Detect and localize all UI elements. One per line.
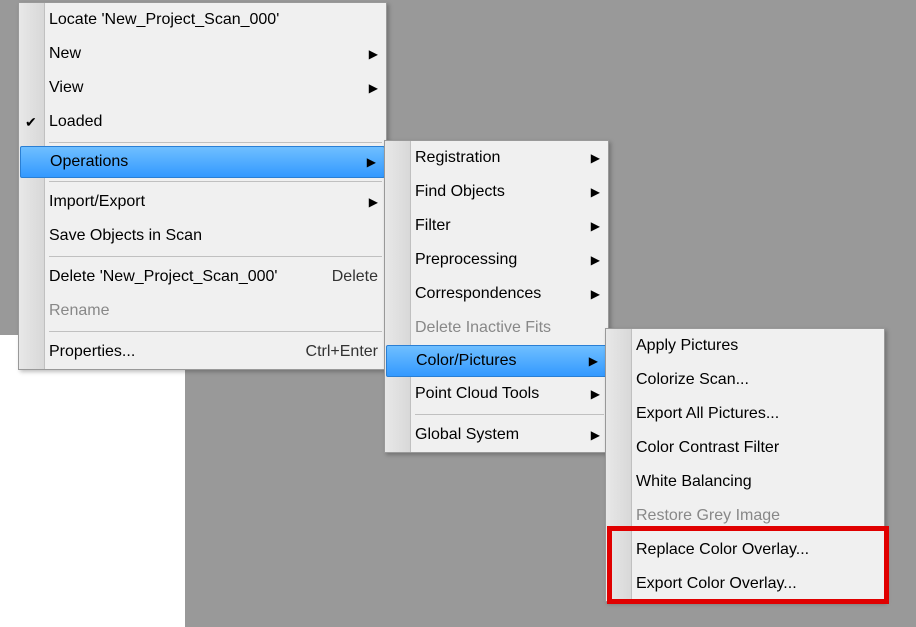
- menu-item-rename: Rename: [19, 294, 386, 328]
- menu-item-label: Registration: [415, 149, 571, 167]
- submenu-arrow-icon: ▶: [349, 195, 378, 209]
- menu-item-label: New: [49, 45, 349, 63]
- menu-item-shortcut: Ctrl+Enter: [306, 343, 378, 361]
- submenu-arrow-icon: ▶: [347, 155, 376, 169]
- menu-item-label: Color/Pictures: [416, 352, 569, 370]
- submenu-arrow-icon: ▶: [349, 81, 378, 95]
- menu-item-label: Save Objects in Scan: [49, 227, 378, 245]
- submenu-arrow-icon: ▶: [571, 428, 600, 442]
- menu-item-import-export[interactable]: Import/Export ▶: [19, 185, 386, 219]
- menu-item-label: Properties...: [49, 343, 282, 361]
- menu-item-label: Operations: [50, 153, 347, 171]
- menu-item-save-objects[interactable]: Save Objects in Scan: [19, 219, 386, 253]
- menu-separator: [49, 331, 382, 332]
- menu-item-restore-grey-image: Restore Grey Image: [606, 499, 884, 533]
- menu-item-replace-color-overlay[interactable]: Replace Color Overlay...: [606, 533, 884, 567]
- menu-item-point-cloud-tools[interactable]: Point Cloud Tools ▶: [385, 377, 608, 411]
- menu-item-loaded[interactable]: ✔ Loaded: [19, 105, 386, 139]
- menu-item-filter[interactable]: Filter ▶: [385, 209, 608, 243]
- menu-separator: [49, 256, 382, 257]
- menu-item-global-system[interactable]: Global System ▶: [385, 418, 608, 452]
- submenu-arrow-icon: ▶: [569, 354, 598, 368]
- menu-item-label: Locate 'New_Project_Scan_000': [49, 11, 378, 29]
- menu-item-white-balancing[interactable]: White Balancing: [606, 465, 884, 499]
- submenu-arrow-icon: ▶: [349, 47, 378, 61]
- menu-item-label: Export All Pictures...: [636, 405, 876, 423]
- submenu-arrow-icon: ▶: [571, 253, 600, 267]
- menu-item-delete-inactive-fits: Delete Inactive Fits: [385, 311, 608, 345]
- submenu-arrow-icon: ▶: [571, 287, 600, 301]
- submenu-color-pictures: Apply Pictures Colorize Scan... Export A…: [605, 328, 885, 602]
- submenu-arrow-icon: ▶: [571, 151, 600, 165]
- menu-item-export-all-pictures[interactable]: Export All Pictures...: [606, 397, 884, 431]
- submenu-arrow-icon: ▶: [571, 185, 600, 199]
- submenu-operations: Registration ▶ Find Objects ▶ Filter ▶ P…: [384, 140, 609, 453]
- menu-item-colorize-scan[interactable]: Colorize Scan...: [606, 363, 884, 397]
- submenu-arrow-icon: ▶: [571, 219, 600, 233]
- menu-item-color-pictures[interactable]: Color/Pictures ▶: [386, 345, 607, 377]
- menu-item-apply-pictures[interactable]: Apply Pictures: [606, 329, 884, 363]
- menu-item-label: Rename: [49, 302, 378, 320]
- menu-item-label: Color Contrast Filter: [636, 439, 876, 457]
- menu-item-registration[interactable]: Registration ▶: [385, 141, 608, 175]
- menu-item-label: Find Objects: [415, 183, 571, 201]
- menu-item-label: Import/Export: [49, 193, 349, 211]
- context-menu-scan: Locate 'New_Project_Scan_000' New ▶ View…: [18, 2, 387, 370]
- menu-item-properties[interactable]: Properties... Ctrl+Enter: [19, 335, 386, 369]
- menu-item-label: Filter: [415, 217, 571, 235]
- menu-item-find-objects[interactable]: Find Objects ▶: [385, 175, 608, 209]
- menu-item-view[interactable]: View ▶: [19, 71, 386, 105]
- menu-item-label: Loaded: [49, 113, 378, 131]
- menu-item-label: Export Color Overlay...: [636, 575, 876, 593]
- menu-item-label: Delete Inactive Fits: [415, 319, 600, 337]
- menu-item-label: Correspondences: [415, 285, 571, 303]
- submenu-arrow-icon: ▶: [571, 387, 600, 401]
- menu-item-delete[interactable]: Delete 'New_Project_Scan_000' Delete: [19, 260, 386, 294]
- menu-item-label: Delete 'New_Project_Scan_000': [49, 268, 308, 286]
- menu-item-label: View: [49, 79, 349, 97]
- menu-item-locate[interactable]: Locate 'New_Project_Scan_000': [19, 3, 386, 37]
- menu-item-label: Replace Color Overlay...: [636, 541, 876, 559]
- menu-item-correspondences[interactable]: Correspondences ▶: [385, 277, 608, 311]
- menu-item-operations[interactable]: Operations ▶: [20, 146, 385, 178]
- checkmark-icon: ✔: [25, 114, 37, 131]
- menu-item-label: Point Cloud Tools: [415, 385, 571, 403]
- menu-item-label: Global System: [415, 426, 571, 444]
- menu-separator: [49, 181, 382, 182]
- menu-item-shortcut: Delete: [332, 268, 378, 286]
- menu-item-export-color-overlay[interactable]: Export Color Overlay...: [606, 567, 884, 601]
- menu-separator: [49, 142, 382, 143]
- menu-item-label: Colorize Scan...: [636, 371, 876, 389]
- menu-item-label: Restore Grey Image: [636, 507, 876, 525]
- menu-item-new[interactable]: New ▶: [19, 37, 386, 71]
- menu-item-preprocessing[interactable]: Preprocessing ▶: [385, 243, 608, 277]
- menu-item-label: Apply Pictures: [636, 337, 876, 355]
- menu-item-label: Preprocessing: [415, 251, 571, 269]
- menu-item-label: White Balancing: [636, 473, 876, 491]
- app-left-panel: [0, 335, 185, 627]
- menu-item-color-contrast-filter[interactable]: Color Contrast Filter: [606, 431, 884, 465]
- menu-separator: [415, 414, 604, 415]
